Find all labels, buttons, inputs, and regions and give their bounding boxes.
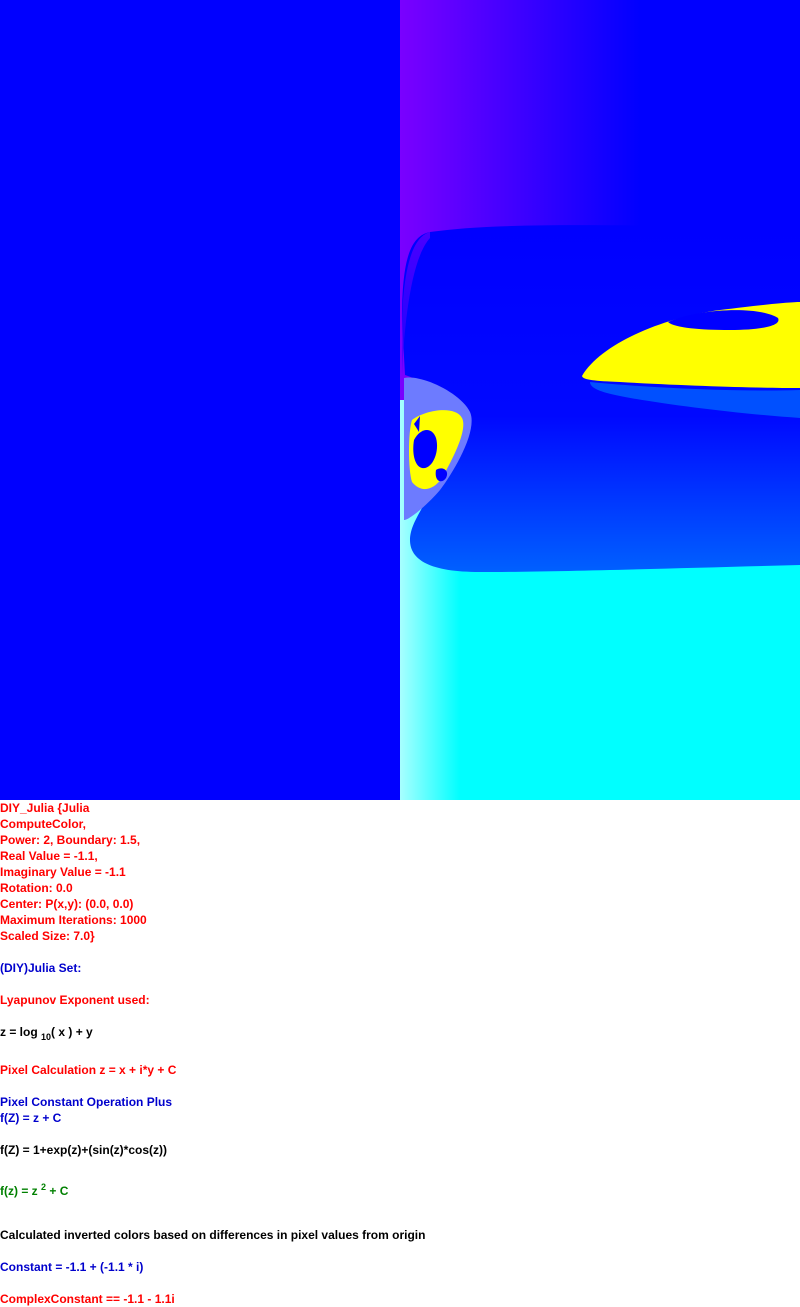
left-half — [0, 0, 400, 800]
lyapunov-label: Lyapunov Exponent used: — [0, 993, 150, 1007]
pixel-operation: Pixel Constant Operation Plus — [0, 1095, 173, 1109]
inverted-colors-note: Calculated inverted colors based on diff… — [0, 1228, 426, 1242]
fractal-image — [0, 0, 800, 800]
set-title: (DIY)Julia Set: — [0, 961, 82, 975]
log-formula: z = log 10( x ) + y — [0, 1025, 93, 1042]
param-line-6: Rotation: 0.0 — [0, 881, 73, 895]
complex-constant-label: ComplexConstant == -1.1 - 1.1i — [0, 1292, 175, 1306]
param-line-3: Power: 2, Boundary: 1.5, — [0, 833, 141, 847]
param-line-2: ComputeColor, — [0, 817, 86, 831]
param-line-1: DIY_Julia {Julia — [0, 801, 90, 815]
param-line-5: Imaginary Value = -1.1 — [0, 865, 126, 879]
param-line-9: Scaled Size: 7.0} — [0, 929, 95, 943]
param-line-8: Maximum Iterations: 1000 — [0, 913, 147, 927]
constant-label: Constant = -1.1 + (-1.1 * i) — [0, 1260, 144, 1274]
function-formula: f(Z) = 1+exp(z)+(sin(z)*cos(z)) — [0, 1143, 168, 1157]
param-line-4: Real Value = -1.1, — [0, 849, 98, 863]
param-line-7: Center: P(x,y): (0.0, 0.0) — [0, 897, 134, 911]
pixel-operation-formula: f(Z) = z + C — [0, 1111, 62, 1125]
pixel-calculation: Pixel Calculation z = x + i*y + C — [0, 1063, 177, 1077]
power-formula: f(z) = z 2 + C — [0, 1182, 69, 1198]
